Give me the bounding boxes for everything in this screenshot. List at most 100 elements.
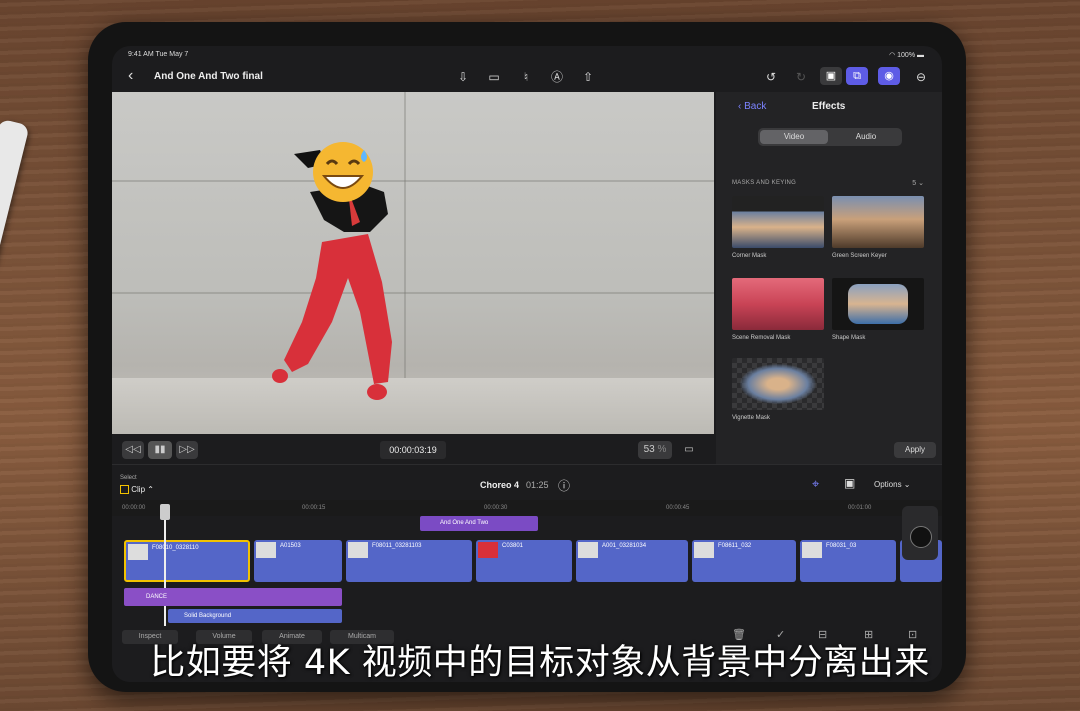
clip-thumbnail <box>128 544 148 560</box>
microphone-icon[interactable]: ♮ <box>517 68 535 86</box>
jog-icon <box>910 526 932 548</box>
effect-label: Corner Mask <box>732 253 767 259</box>
timecode-display: 00:00:03:19 <box>380 441 446 459</box>
status-bar: 9:41 AM Tue May 7 ◠ 100% ▬ <box>112 46 942 62</box>
options-button[interactable]: Options ⌄ <box>874 480 911 489</box>
pause-icon[interactable]: ▮▮ <box>148 441 172 459</box>
fullscreen-icon[interactable]: ▭ <box>678 441 700 459</box>
section-count[interactable]: 5 ⌄ <box>912 179 924 187</box>
clip-name: F08611_032 <box>718 543 752 549</box>
skip-forward-icon[interactable]: ▷▷ <box>176 441 198 459</box>
compass-icon[interactable]: Ⓐ <box>548 68 566 86</box>
video-clip[interactable]: C03801 <box>476 540 572 582</box>
zoom-unit: % <box>657 444 667 455</box>
playback-bar: ◁◁ ▮▮ ▷▷ 00:00:03:19 53 % ▭ <box>112 434 714 464</box>
inspector-icon[interactable]: ◉ <box>878 67 900 85</box>
jog-wheel[interactable] <box>902 506 938 560</box>
effect-scene-removal-mask[interactable] <box>732 278 824 330</box>
effects-title: Effects <box>812 101 846 112</box>
video-clip[interactable]: F08611_032 <box>692 540 796 582</box>
clip-name: A01503 <box>280 543 301 549</box>
video-clip[interactable]: F08031_03 <box>800 540 896 582</box>
timeline-project-name: Choreo 4 <box>480 480 520 490</box>
ruler-tick: 00:00:00 <box>122 505 146 511</box>
clip-thumbnail <box>802 542 822 558</box>
status-time: 9:41 AM Tue May 7 <box>128 51 189 58</box>
clip-name: F08010_0328110 <box>152 545 199 551</box>
effects-back-label: Back <box>744 101 767 112</box>
top-toolbar: ‹ And One And Two final ⇩ ▭ ♮ Ⓐ ⇧ ↺ ↻ ▣ … <box>112 62 942 92</box>
info-icon[interactable]: ⓘ <box>558 477 570 494</box>
effects-panel: ‹ Back Effects Video Audio MASKS AND KEY… <box>716 92 942 464</box>
clip-thumbnail <box>478 542 498 558</box>
timeline-header: Select Clip ⌃ Choreo 4 01:25 ⓘ ⌖ ▣ Optio… <box>112 464 942 501</box>
ruler-tick: 00:01:00 <box>848 505 872 511</box>
share-icon[interactable]: ⇧ <box>579 68 597 86</box>
section-header: MASKS AND KEYING <box>732 180 797 186</box>
undo-icon[interactable]: ↺ <box>762 68 780 86</box>
skip-back-icon[interactable]: ◁◁ <box>122 441 144 459</box>
effect-label: Vignette Mask <box>732 415 770 421</box>
clip-thumbnail <box>578 542 598 558</box>
playhead-handle[interactable] <box>160 504 170 520</box>
clip-name: C03801 <box>502 543 524 549</box>
effects-back-button[interactable]: ‹ Back <box>738 101 766 112</box>
video-clip[interactable]: A001_03281034 <box>576 540 688 582</box>
ipad-screen: 9:41 AM Tue May 7 ◠ 100% ▬ ‹ And One And… <box>112 46 942 682</box>
zoom-control[interactable]: 53 % <box>638 441 672 459</box>
clip-thumbnail <box>348 542 368 558</box>
redo-icon[interactable]: ↻ <box>792 68 810 86</box>
wifi-icon: ◠ <box>889 52 896 59</box>
battery-icon: ▬ <box>917 52 924 59</box>
title-clip[interactable]: And One And Two <box>420 516 538 531</box>
battery-level: 100% <box>897 52 916 59</box>
effect-label: Green Screen Keyer <box>832 253 887 259</box>
tab-video[interactable]: Video <box>760 130 828 144</box>
video-clip[interactable]: F08011_03281103 <box>346 540 472 582</box>
timeline-ruler[interactable]: 00:00:00 00:00:15 00:00:30 00:00:45 00:0… <box>112 500 942 516</box>
snapping-icon[interactable]: ⌖ <box>812 476 819 492</box>
project-title: And One And Two final <box>154 71 263 82</box>
background-clip[interactable]: Solid Background <box>168 609 342 623</box>
effect-shape-mask[interactable] <box>832 278 924 330</box>
video-viewer[interactable] <box>112 92 714 434</box>
clip-name: F08011_03281103 <box>372 543 422 549</box>
select-label: Select <box>120 475 137 481</box>
effect-vignette-mask[interactable] <box>732 358 824 410</box>
clip-name: A001_03281034 <box>602 543 647 549</box>
back-chevron-icon[interactable]: ‹ <box>128 67 133 85</box>
clip-mode-label: Clip <box>131 485 146 494</box>
video-clip[interactable]: F08010_0328110 <box>124 540 250 582</box>
video-audio-segment: Video Audio <box>758 128 902 146</box>
timeline-duration: 01:25 <box>526 480 549 490</box>
effects-browser-icon[interactable]: ⧉ <box>846 67 868 85</box>
zoom-value: 53 <box>643 444 655 455</box>
video-clip[interactable]: A01503 <box>254 540 342 582</box>
video-subtitle: 比如要将 4K 视频中的目标对象从背景中分离出来 <box>150 643 930 683</box>
more-icon[interactable]: ⊖ <box>912 68 930 86</box>
apply-button[interactable]: Apply <box>894 442 936 458</box>
effect-label: Scene Removal Mask <box>732 335 791 341</box>
effect-corner-mask[interactable] <box>732 196 824 248</box>
clip-select-icon <box>120 485 129 495</box>
photos-icon[interactable]: ▣ <box>820 67 842 85</box>
clip-name: F08031_03 <box>826 543 857 549</box>
camera-icon[interactable]: ▭ <box>485 68 503 86</box>
tab-audio[interactable]: Audio <box>832 130 900 144</box>
ruler-tick: 00:00:15 <box>302 505 326 511</box>
clip-mode-selector[interactable]: Clip ⌃ <box>120 485 154 495</box>
dancer-figure <box>272 142 392 400</box>
import-icon[interactable]: ⇩ <box>454 68 472 86</box>
playhead[interactable] <box>164 504 166 626</box>
clip-appearance-icon[interactable]: ▣ <box>844 476 855 490</box>
status-right: ◠ 100% ▬ <box>889 51 924 59</box>
effect-green-screen-keyer[interactable] <box>832 196 924 248</box>
section-count-value: 5 <box>912 180 917 187</box>
ruler-tick: 00:00:30 <box>484 505 508 511</box>
audio-clip[interactable]: DANCE <box>124 588 342 606</box>
clip-thumbnail <box>256 542 276 558</box>
effect-label: Shape Mask <box>832 335 866 341</box>
clip-thumbnail <box>694 542 714 558</box>
ruler-tick: 00:00:45 <box>666 505 690 511</box>
options-label: Options <box>874 480 902 489</box>
